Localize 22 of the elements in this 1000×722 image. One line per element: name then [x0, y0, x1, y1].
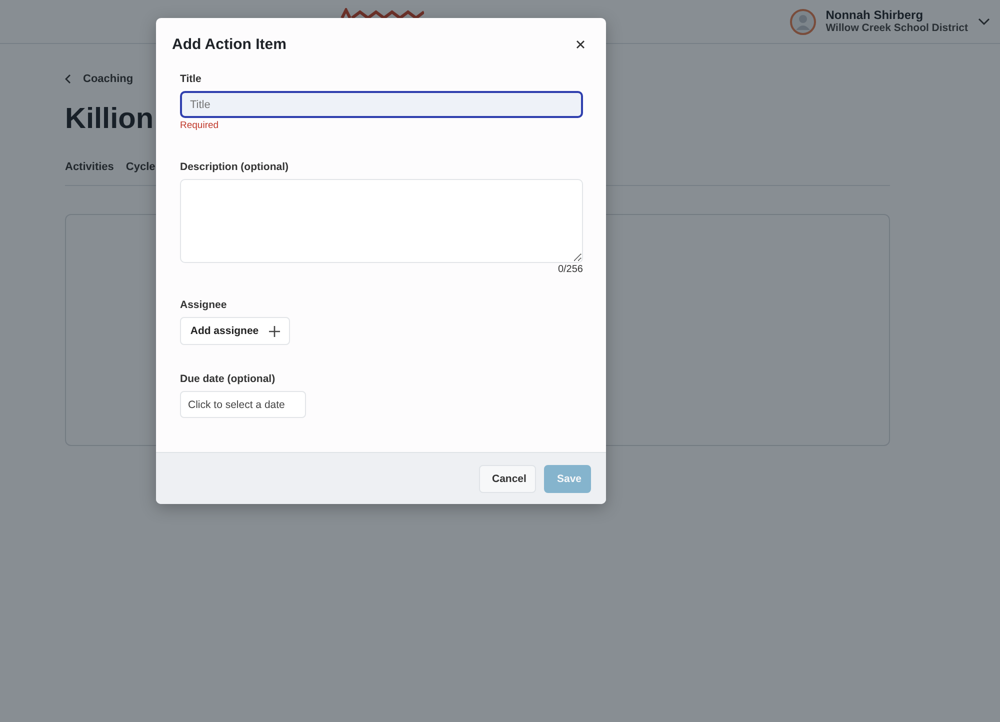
tab[interactable]: Cycle [126, 161, 156, 173]
field-label: Title [180, 73, 202, 85]
user-name: Nonnah Shirberg [826, 8, 924, 22]
organization-name: Willow Creek School District [826, 22, 968, 34]
field-label: Description (optional) [180, 161, 290, 173]
field-label: Assignee [180, 299, 228, 311]
error-message: Required [180, 120, 220, 131]
breadcrumb-link[interactable]: Coaching [83, 73, 134, 85]
back-icon[interactable] [65, 74, 71, 84]
add-assignee-button[interactable]: Add assignee [180, 317, 290, 345]
plus-icon [268, 326, 280, 336]
tab[interactable]: Activities [65, 161, 114, 173]
page-title: Killion [65, 102, 154, 136]
date-input[interactable]: Click to select a date [180, 391, 306, 418]
cancel-button[interactable]: Cancel [479, 464, 536, 492]
logo-icon [340, 8, 424, 18]
field-label: Due date (optional) [180, 373, 276, 385]
close-icon [576, 40, 585, 49]
title-input[interactable]: Title [180, 91, 583, 118]
dialog-title: Add Action Item [172, 36, 286, 53]
character-counter: 0/256 [558, 264, 583, 275]
chevron-down-icon[interactable] [978, 18, 990, 26]
